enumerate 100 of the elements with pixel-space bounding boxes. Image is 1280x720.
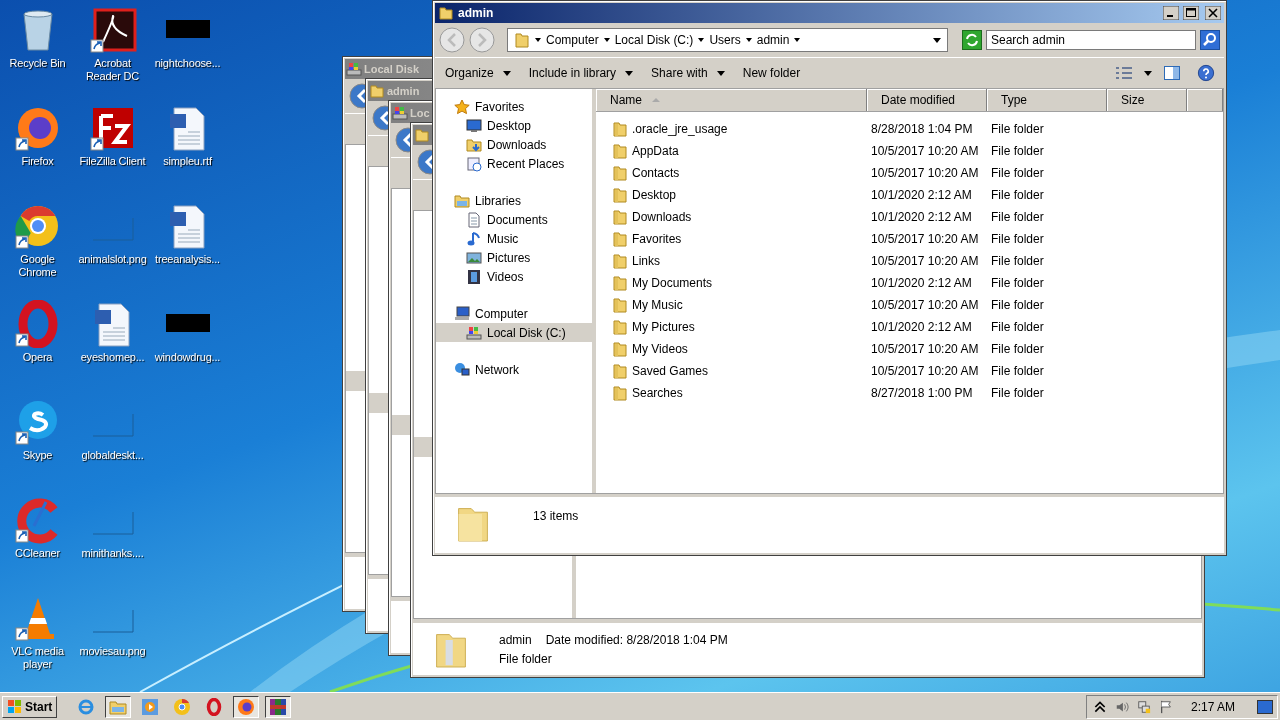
nav-item[interactable]: Documents bbox=[436, 210, 592, 229]
column-header[interactable]: Date modified bbox=[867, 89, 987, 111]
file-name[interactable]: Saved Games bbox=[632, 364, 709, 378]
nav-item[interactable]: Pictures bbox=[436, 248, 592, 267]
file-name[interactable]: Desktop bbox=[632, 188, 677, 202]
show-hidden-icons-button[interactable] bbox=[1092, 699, 1107, 714]
file-name[interactable]: My Music bbox=[632, 298, 683, 312]
file-name[interactable]: Searches bbox=[632, 386, 683, 400]
file-name[interactable]: Contacts bbox=[632, 166, 680, 180]
nav-item[interactable]: Desktop bbox=[436, 116, 592, 135]
folder-icon bbox=[612, 209, 628, 225]
file-name[interactable]: My Documents bbox=[632, 276, 713, 290]
view-options-icon[interactable] bbox=[1114, 64, 1134, 82]
back-button[interactable] bbox=[372, 105, 388, 131]
breadcrumb-item[interactable]: Local Disk (C:) bbox=[614, 33, 694, 47]
minimize-button[interactable] bbox=[1163, 6, 1179, 20]
table-cell: File folder bbox=[991, 254, 1044, 268]
toolbar-button[interactable]: Include in library bbox=[522, 64, 640, 82]
icon-label[interactable]: windowdrug... bbox=[154, 351, 221, 364]
close-button[interactable] bbox=[1205, 6, 1221, 20]
icon-label[interactable]: animalslot.png bbox=[78, 253, 147, 266]
table-cell: File folder bbox=[991, 342, 1044, 356]
search-field[interactable]: Search admin bbox=[986, 30, 1196, 50]
column-header[interactable]: Type bbox=[987, 89, 1107, 111]
item-count: 13 items bbox=[533, 509, 579, 523]
clock[interactable]: 2:17 AM bbox=[1190, 699, 1235, 714]
folder-icon bbox=[612, 319, 628, 335]
pdf-app-icon[interactable] bbox=[88, 6, 137, 54]
network-icon[interactable] bbox=[1136, 699, 1151, 714]
folder-icon bbox=[369, 83, 385, 99]
file-name[interactable]: My Videos bbox=[632, 342, 688, 356]
caret-icon[interactable] bbox=[793, 36, 802, 44]
file-name[interactable]: Links bbox=[632, 254, 660, 268]
column-header[interactable]: Name bbox=[596, 89, 867, 111]
folder-icon bbox=[612, 143, 628, 159]
help-icon[interactable] bbox=[1196, 64, 1216, 82]
file-name[interactable]: Favorites bbox=[632, 232, 682, 246]
refresh-button[interactable] bbox=[962, 30, 982, 50]
table-cell: 10/5/2017 10:20 AM bbox=[871, 298, 979, 312]
icon-label[interactable]: treeanalysis... bbox=[155, 253, 220, 266]
caret-icon[interactable] bbox=[602, 36, 611, 44]
flag-icon[interactable] bbox=[1158, 699, 1173, 714]
file-name[interactable]: My Pictures bbox=[632, 320, 695, 334]
maximize-button[interactable] bbox=[1183, 6, 1199, 20]
date-modified: Date modified: 8/28/2018 1:04 PM bbox=[545, 632, 728, 647]
table-cell: File folder bbox=[991, 188, 1044, 202]
icon-label[interactable]: FileZilla Client bbox=[79, 155, 146, 168]
caret-icon[interactable] bbox=[697, 36, 706, 44]
column-header[interactable]: Size bbox=[1107, 89, 1187, 111]
search-button[interactable] bbox=[1200, 30, 1220, 50]
nav-item[interactable]: Recent Places bbox=[436, 154, 592, 173]
icon-label[interactable]: eyeshomep... bbox=[80, 351, 145, 364]
nav-item[interactable]: Libraries bbox=[436, 191, 592, 210]
breadcrumb-item[interactable]: admin bbox=[756, 33, 790, 47]
icon-label[interactable]: Firefox bbox=[21, 155, 54, 168]
caret-icon[interactable] bbox=[744, 36, 753, 44]
taskbar-button[interactable] bbox=[265, 695, 292, 718]
icon-label[interactable]: minithanks.... bbox=[81, 547, 144, 560]
icon-label[interactable]: CCleaner bbox=[15, 547, 60, 560]
toolbar-button[interactable]: Share with bbox=[645, 64, 731, 82]
table-cell: 10/1/2020 2:12 AM bbox=[871, 188, 972, 202]
nav-item[interactable]: Local Disk (C:) bbox=[436, 323, 592, 342]
file-name[interactable]: AppData bbox=[632, 144, 679, 158]
icon-label[interactable]: Recycle Bin bbox=[9, 57, 66, 70]
taskbar-button[interactable] bbox=[105, 695, 132, 718]
caret-icon[interactable] bbox=[534, 36, 542, 44]
window-title: Local Disk bbox=[364, 63, 420, 75]
icon-label[interactable]: simpleu.rtf bbox=[163, 155, 212, 168]
icon-label[interactable]: Skype bbox=[22, 449, 53, 462]
caret-icon[interactable] bbox=[933, 36, 941, 44]
table-cell: File folder bbox=[991, 122, 1044, 136]
icon-label[interactable]: globaldeskt... bbox=[81, 449, 144, 462]
breadcrumb-item[interactable]: Computer bbox=[546, 33, 599, 47]
start-button[interactable]: Start bbox=[2, 695, 58, 718]
library-icon bbox=[454, 192, 470, 209]
back-button[interactable] bbox=[349, 83, 365, 109]
toolbar-button[interactable]: Organize bbox=[439, 64, 517, 82]
title-bar[interactable]: admin bbox=[435, 3, 1224, 23]
table-cell: 10/5/2017 10:20 AM bbox=[871, 166, 979, 180]
nav-item[interactable]: Network bbox=[436, 360, 592, 379]
toolbar-button[interactable]: New folder bbox=[736, 64, 807, 82]
icon-label[interactable]: Acrobat Reader DC bbox=[75, 57, 150, 83]
folder-icon bbox=[612, 231, 628, 247]
show-desktop-button[interactable] bbox=[1257, 699, 1273, 714]
file-name[interactable]: Downloads bbox=[632, 210, 692, 224]
icon-label[interactable]: nightchoose... bbox=[154, 57, 221, 70]
nav-item[interactable]: Computer bbox=[436, 304, 592, 323]
file-name[interactable]: .oracle_jre_usage bbox=[632, 122, 728, 136]
preview-pane-icon[interactable] bbox=[1162, 64, 1182, 82]
nav-item[interactable]: Downloads bbox=[436, 135, 592, 154]
desktop-icon bbox=[466, 117, 482, 134]
nav-item[interactable]: Videos bbox=[436, 267, 592, 286]
breadcrumb-item[interactable]: Users bbox=[709, 33, 741, 47]
icon-label[interactable]: Opera bbox=[22, 351, 53, 364]
media-player-icon bbox=[141, 697, 160, 716]
nav-item[interactable]: Music bbox=[436, 229, 592, 248]
nav-item[interactable]: Favorites bbox=[436, 97, 592, 116]
address-bar[interactable]: Computer Local Disk (C:) Users admin bbox=[507, 28, 948, 52]
taskbar-button[interactable] bbox=[233, 695, 260, 718]
icon-label[interactable]: Google Chrome bbox=[0, 253, 75, 279]
